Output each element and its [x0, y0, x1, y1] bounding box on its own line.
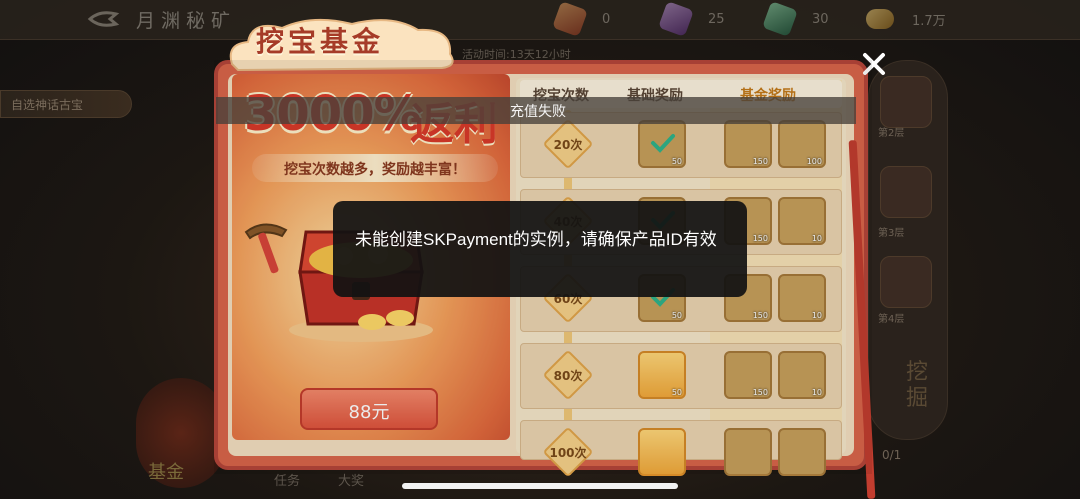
red-crystal-icon	[552, 1, 588, 37]
resource-green-crystal: 30	[762, 1, 829, 37]
gold-ingot-icon	[866, 9, 894, 29]
dig-progress: 0/1	[882, 448, 902, 462]
back-arrow-icon[interactable]	[86, 8, 120, 30]
floor-4-label: 第4层	[878, 314, 905, 325]
floor-4-icon[interactable]	[880, 256, 932, 308]
floor-2-icon[interactable]	[880, 76, 932, 128]
floor-3-icon[interactable]	[880, 166, 932, 218]
purple-crystal-icon	[658, 1, 694, 37]
page-title: 月渊秘矿	[136, 10, 237, 32]
error-toast: 未能创建SKPayment的实例，请确保产品ID有效	[333, 201, 747, 297]
top-bar: 月渊秘矿 0 25 30 1.7万	[0, 0, 1080, 40]
fund-entry-label: 基金	[148, 462, 184, 483]
resource-red-crystal: 0	[552, 1, 610, 37]
resource-purple-crystal: 25	[658, 1, 725, 37]
resource-gold-ingot: 1.7万	[866, 4, 946, 34]
green-crystal-icon	[762, 1, 798, 37]
status-text: 充值失败	[510, 104, 566, 120]
dig-button[interactable]: 挖掘	[906, 360, 934, 412]
floor-2-label: 第2层	[878, 128, 905, 139]
floor-3-label: 第3层	[878, 228, 905, 239]
home-indicator[interactable]	[402, 483, 678, 489]
panel-title: 挖宝基金	[256, 25, 385, 58]
select-treasure-button[interactable]: 自选神话古宝	[0, 90, 132, 118]
